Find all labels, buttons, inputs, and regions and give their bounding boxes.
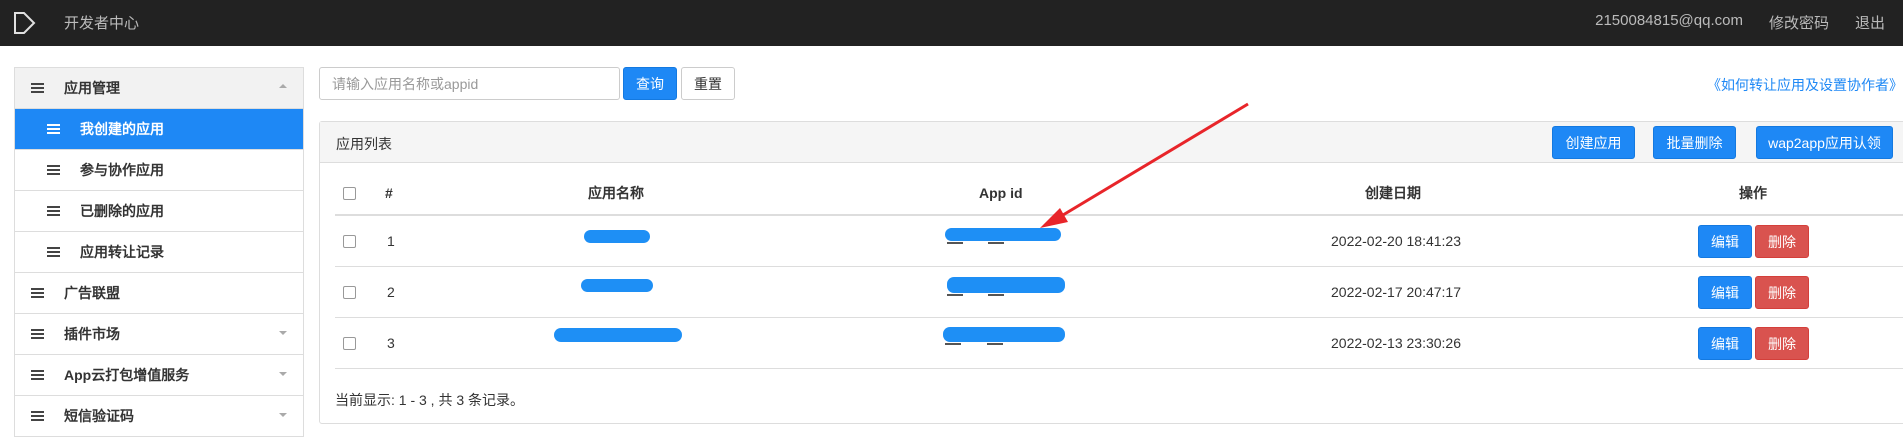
annotation-arrow-icon [1040, 102, 1249, 228]
